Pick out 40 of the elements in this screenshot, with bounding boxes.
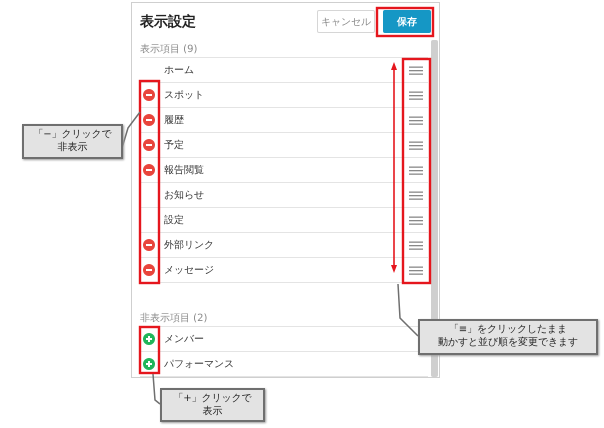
highlight-frame [138, 326, 160, 374]
item-label: メッセージ [164, 264, 215, 277]
callout-text: 「−」クリックで [33, 128, 112, 141]
drag-handle-icon[interactable] [409, 216, 423, 224]
plus-icon[interactable] [143, 333, 155, 345]
callout-text: 動かすと並び順を変更できます [438, 336, 578, 349]
item-label: 履歴 [164, 114, 185, 127]
save-button[interactable]: 保存 [383, 10, 431, 33]
item-label: お知らせ [164, 189, 205, 202]
minus-icon[interactable] [143, 89, 155, 101]
drag-handle-icon[interactable] [409, 190, 423, 200]
cancel-button[interactable]: キャンセル [317, 10, 375, 33]
minus-icon[interactable] [143, 239, 155, 251]
minus-icon[interactable] [143, 264, 155, 276]
drag-handle-icon[interactable] [409, 240, 423, 250]
item-label: 設定 [164, 214, 185, 227]
minus-icon[interactable] [143, 139, 155, 151]
item-label: ホーム [164, 64, 195, 77]
drag-handle-icon[interactable] [409, 66, 423, 74]
item-label: 報告閲覧 [164, 164, 205, 177]
item-label: スポット [164, 89, 205, 102]
section-label: 表示項目 (9) [140, 40, 428, 58]
drag-handle-icon[interactable] [409, 266, 423, 274]
callout-text: 表示 [202, 405, 222, 418]
item-label: 予定 [164, 138, 185, 152]
item-label: パフォーマンス [164, 358, 235, 371]
panel-title: 表示設定 [140, 12, 197, 30]
callout-text: 「+」クリックで [173, 392, 252, 405]
highlight-frame [376, 6, 434, 38]
minus-icon[interactable] [143, 114, 155, 126]
item-label: 外部リンク [164, 238, 215, 252]
item-label: メンバー [164, 333, 205, 346]
minus-icon[interactable] [143, 164, 155, 176]
drag-handle-icon[interactable] [409, 116, 423, 124]
drag-handle-icon[interactable] [409, 90, 423, 100]
callout-text: 「≡」をクリックしたまま [448, 323, 568, 336]
callout-text: 非表示 [58, 141, 88, 154]
drag-handle-icon[interactable] [409, 166, 423, 174]
drag-handle-icon[interactable] [409, 140, 423, 150]
plus-icon[interactable] [143, 358, 155, 370]
